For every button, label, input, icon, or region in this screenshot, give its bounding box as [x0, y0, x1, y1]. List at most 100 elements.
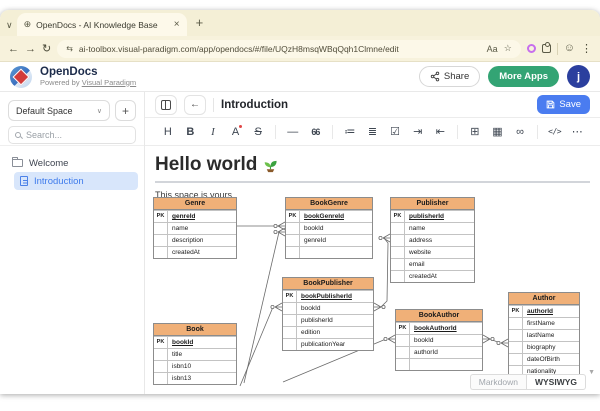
browser-tab[interactable]: ⊕ OpenDocs - AI Knowledge Base ×: [16, 13, 187, 36]
er-field-row: isbn13: [154, 372, 236, 384]
new-tab-button[interactable]: +: [196, 16, 204, 29]
bullet-list-icon[interactable]: ≔: [340, 122, 360, 142]
profile-icon[interactable]: ☺: [564, 43, 575, 54]
save-button[interactable]: Save: [537, 95, 590, 114]
er-pk-cell: [283, 303, 297, 314]
translate-icon[interactable]: Aa: [487, 44, 498, 54]
sidebar: Default Space ∨ + Welcome Introduction: [0, 92, 145, 394]
tab-list-button[interactable]: ∨: [6, 21, 13, 30]
er-field-name: bookId: [301, 305, 321, 312]
mode-wysiwyg-button[interactable]: WYSIWYG: [525, 374, 586, 390]
er-field-name: biography: [527, 344, 556, 351]
er-field-name: bookGenreId: [304, 213, 345, 220]
forward-button[interactable]: →: [25, 43, 36, 55]
horizontal-rule-icon[interactable]: —: [283, 122, 303, 142]
er-pk-cell: [154, 349, 168, 360]
share-icon: [430, 71, 440, 82]
tab-close-icon[interactable]: ×: [174, 19, 180, 30]
er-field-row: PK bookGenreId: [286, 210, 372, 222]
search-box[interactable]: [8, 126, 136, 144]
table-icon[interactable]: ⊞: [465, 122, 485, 142]
back-nav-button[interactable]: ←: [184, 94, 206, 115]
er-field-row: bookId: [286, 222, 372, 234]
er-field-row: publicationYear: [283, 338, 373, 350]
visual-paradigm-link[interactable]: Visual Paradigm: [82, 78, 136, 87]
space-name: Default Space: [16, 105, 73, 116]
document-icon: [20, 176, 28, 186]
er-field-row: genreId: [286, 234, 372, 246]
er-field-name: name: [172, 225, 189, 232]
url-text: ai-toolbox.visual-paradigm.com/app/opend…: [78, 43, 399, 54]
er-field-row: title: [154, 348, 236, 360]
er-field-row: PK publisherId: [391, 210, 474, 222]
reload-button[interactable]: ↻: [42, 42, 51, 55]
extensions-icon[interactable]: [541, 42, 551, 53]
tab-title: OpenDocs - AI Knowledge Base: [36, 19, 158, 30]
link-icon[interactable]: ∞: [510, 122, 530, 142]
more-apps-button[interactable]: More Apps: [488, 66, 559, 87]
er-field-row: authorId: [396, 346, 482, 358]
code-icon[interactable]: </>: [545, 122, 565, 142]
avatar[interactable]: j: [567, 65, 590, 88]
er-field-row: firstName: [509, 317, 579, 329]
er-field-row: PK bookId: [154, 336, 236, 348]
er-field-row: email: [391, 258, 474, 270]
outdent-icon[interactable]: ⇤: [431, 122, 451, 142]
page-tree: Welcome Introduction: [0, 146, 144, 198]
toggle-sidebar-button[interactable]: [155, 94, 177, 115]
italic-icon[interactable]: I: [203, 122, 223, 142]
bookmark-star-icon[interactable]: ☆: [504, 43, 512, 54]
space-selector[interactable]: Default Space ∨: [8, 100, 110, 121]
er-field-name: bookId: [414, 337, 434, 344]
er-table-title: BookPublisher: [283, 278, 373, 290]
er-pk-cell: [154, 235, 168, 246]
add-page-button[interactable]: +: [115, 100, 136, 121]
er-field-row: biography: [509, 341, 579, 353]
indent-icon[interactable]: ⇥: [408, 122, 428, 142]
doc-heading-text: Hello world: [155, 154, 258, 175]
editor-canvas[interactable]: Hello world This space is yours. Genre PK…: [145, 146, 600, 394]
toolbar-separator: [332, 124, 334, 139]
sidebar-item-welcome[interactable]: Welcome: [6, 154, 138, 172]
bold-icon[interactable]: B: [181, 122, 201, 142]
er-field-name: createdAt: [409, 273, 437, 280]
er-pk-cell: PK: [509, 306, 523, 317]
er-field-name: publisherId: [301, 317, 333, 324]
main-area: Default Space ∨ + Welcome Introduction: [0, 92, 600, 394]
er-field-name: description: [172, 237, 204, 244]
er-pk-cell: PK: [154, 211, 168, 222]
powered-by-prefix: Powered by: [40, 77, 80, 87]
er-pk-cell: [154, 223, 168, 234]
folder-icon: [12, 157, 23, 167]
er-field-name: isbn13: [172, 375, 192, 382]
search-input[interactable]: [26, 130, 129, 140]
mode-markdown-button[interactable]: Markdown: [469, 374, 526, 390]
sidebar-item-introduction[interactable]: Introduction: [14, 172, 138, 190]
strikethrough-icon[interactable]: S: [248, 122, 268, 142]
er-field-name: authorId: [527, 308, 553, 315]
er-diagram: Genre PK genreId name description createdAt Bo…: [145, 146, 600, 394]
back-button[interactable]: ←: [8, 43, 19, 55]
share-button[interactable]: Share: [418, 66, 481, 87]
address-bar[interactable]: ⇆ ai-toolbox.visual-paradigm.com/app/ope…: [57, 39, 521, 58]
er-field-row: PK bookPublisherId: [283, 290, 373, 302]
extension-badge-icon[interactable]: [526, 44, 536, 53]
browser-toolbar: ← → ↻ ⇆ ai-toolbox.visual-paradigm.com/a…: [0, 36, 600, 62]
menu-kebab-icon[interactable]: ⋮: [581, 42, 592, 55]
sidebar-panel-icon: [161, 99, 171, 110]
blockquote-icon[interactable]: 66: [306, 122, 326, 142]
er-table-title: BookAuthor: [396, 310, 482, 322]
ordered-list-icon[interactable]: ≣: [363, 122, 383, 142]
er-field-row: bookId: [396, 334, 482, 346]
er-field-name: genreId: [172, 213, 196, 220]
more-icon[interactable]: ⋯: [567, 122, 587, 142]
er-field-row: name: [154, 222, 236, 234]
site-settings-icon[interactable]: ⇆: [66, 44, 73, 53]
er-field-name: firstName: [527, 320, 555, 327]
font-color-icon[interactable]: A: [226, 122, 246, 142]
er-pk-cell: [154, 373, 168, 384]
image-icon[interactable]: ▦: [488, 122, 508, 142]
globe-icon: ⊕: [23, 19, 32, 29]
task-list-icon[interactable]: ☑: [385, 122, 405, 142]
heading-icon[interactable]: H: [158, 122, 178, 142]
